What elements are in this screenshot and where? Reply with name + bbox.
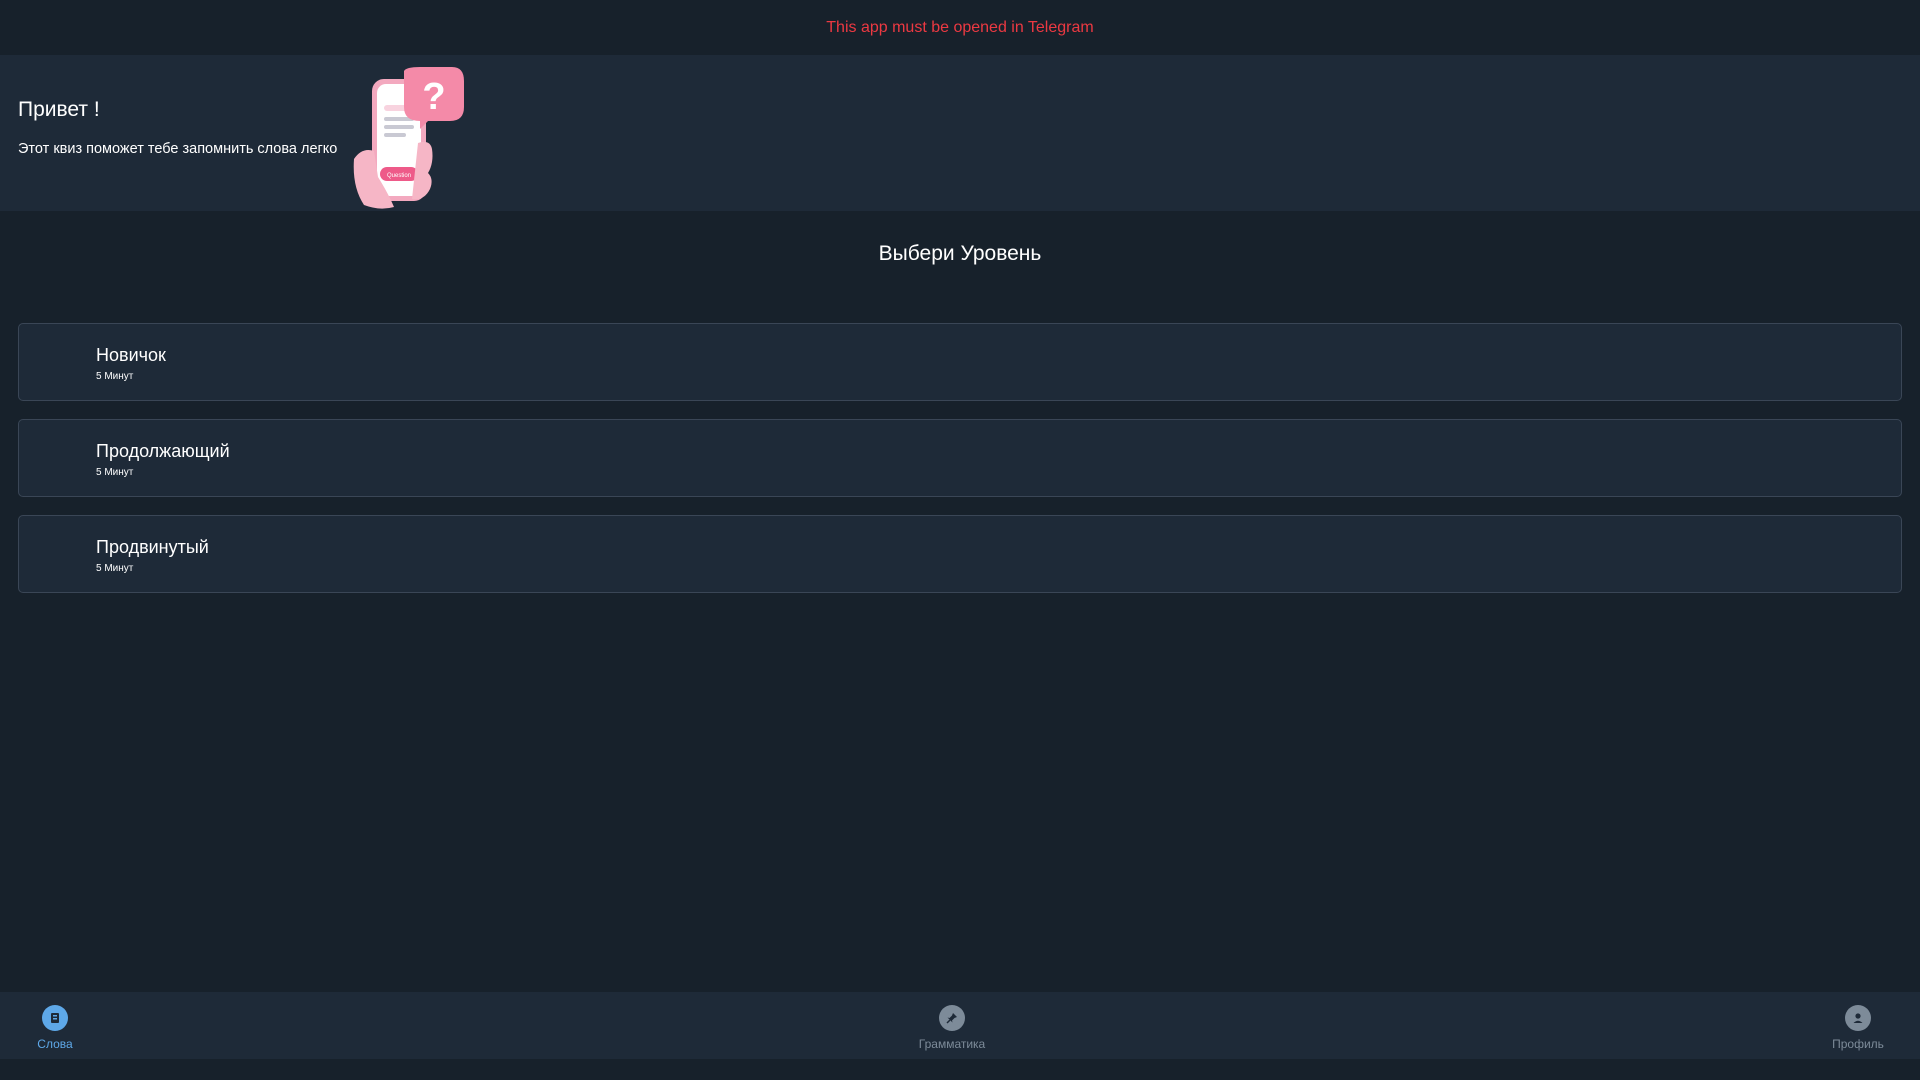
- level-duration: 5 Минут: [96, 467, 134, 478]
- level-card-beginner[interactable]: Новичок 5 Минут: [18, 323, 1902, 401]
- question-chip-label: Question: [387, 173, 411, 179]
- level-duration: 5 Минут: [96, 371, 134, 382]
- book-icon: [42, 1005, 68, 1031]
- telegram-warning-banner: This app must be opened in Telegram: [0, 0, 1920, 55]
- nav-label: Слова: [37, 1037, 73, 1051]
- nav-item-profile[interactable]: Профиль: [1803, 992, 1913, 1059]
- nav-item-grammar[interactable]: Грамматика: [897, 992, 1007, 1059]
- nav-item-words[interactable]: Слова: [0, 992, 110, 1059]
- level-list: Новичок 5 Минут Продолжающий 5 Минут Про…: [18, 323, 1902, 611]
- hero-section: Привет ! Этот квиз поможет тебе запомнит…: [0, 55, 1920, 211]
- level-name: Продолжающий: [96, 441, 230, 461]
- phone-question-illustration: Question ?: [353, 67, 464, 209]
- hero-subtitle: Этот квиз поможет тебе запомнить слова л…: [18, 141, 338, 157]
- level-name: Новичок: [96, 345, 166, 365]
- nav-label: Профиль: [1832, 1037, 1884, 1051]
- pin-icon: [939, 1005, 965, 1031]
- nav-label: Грамматика: [918, 1037, 986, 1051]
- bottom-strip: [0, 1059, 1920, 1080]
- level-name: Продвинутый: [96, 537, 209, 557]
- bottom-navigation: Слова Грамматика Профиль: [0, 992, 1920, 1059]
- svg-text:?: ?: [422, 76, 445, 118]
- hero-title: Привет !: [18, 98, 100, 121]
- choose-level-heading: Выбери Уровень: [878, 242, 1042, 265]
- level-card-advanced[interactable]: Продвинутый 5 Минут: [18, 515, 1902, 593]
- level-card-intermediate[interactable]: Продолжающий 5 Минут: [18, 419, 1902, 497]
- banner-text: This app must be opened in Telegram: [826, 18, 1094, 36]
- level-duration: 5 Минут: [96, 563, 134, 574]
- profile-icon: [1845, 1005, 1871, 1031]
